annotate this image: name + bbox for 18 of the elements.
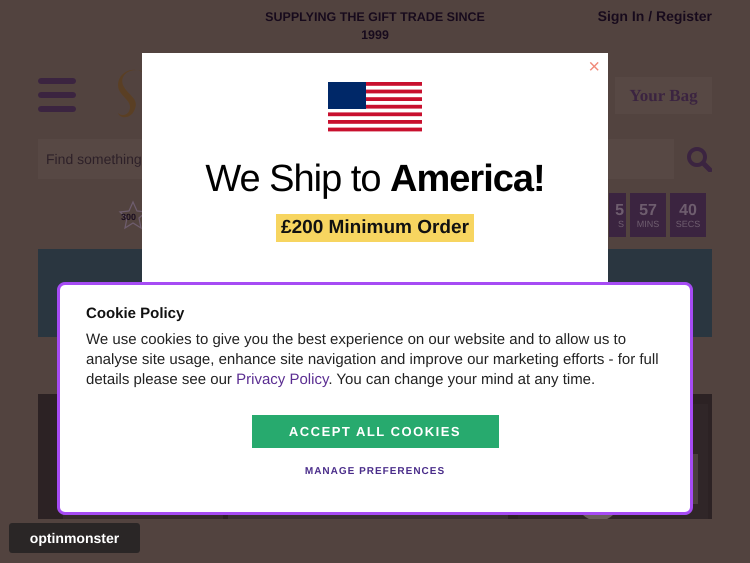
accept-cookies-button[interactable]: ACCEPT ALL COOKIES — [252, 415, 498, 448]
countdown-box: 57 MINS — [630, 193, 666, 237]
flag-icon — [328, 82, 422, 132]
cookie-text: We use cookies to give you the best experience on our website and to allow us to analyse site usage, enhance site navigation and improve our marketing efforts - for full details please see our Privacy Policy. You can change your mind at any time. — [86, 330, 660, 390]
sign-in-link[interactable]: Sign In / Register — [598, 8, 712, 24]
close-button[interactable]: × — [586, 57, 602, 77]
optinmonster-badge[interactable]: optinmonster — [9, 523, 140, 553]
popup-heading: We Ship to America! — [205, 157, 545, 202]
countdown-box: 40 SECS — [670, 193, 706, 237]
search-icon[interactable] — [686, 146, 712, 172]
privacy-policy-link[interactable]: Privacy Policy — [236, 371, 328, 388]
minimum-order-label: £200 Minimum Order — [276, 214, 474, 242]
cookie-title: Cookie Policy — [86, 305, 184, 322]
star-badge-text: 300 — [121, 212, 136, 222]
manage-preferences-link[interactable]: MANAGE PREFERENCES — [304, 466, 446, 477]
countdown-box: 5 S — [609, 193, 626, 237]
menu-icon[interactable] — [38, 78, 76, 112]
tagline: SUPPLYING THE GIFT TRADE SINCE 1999 — [264, 9, 486, 44]
